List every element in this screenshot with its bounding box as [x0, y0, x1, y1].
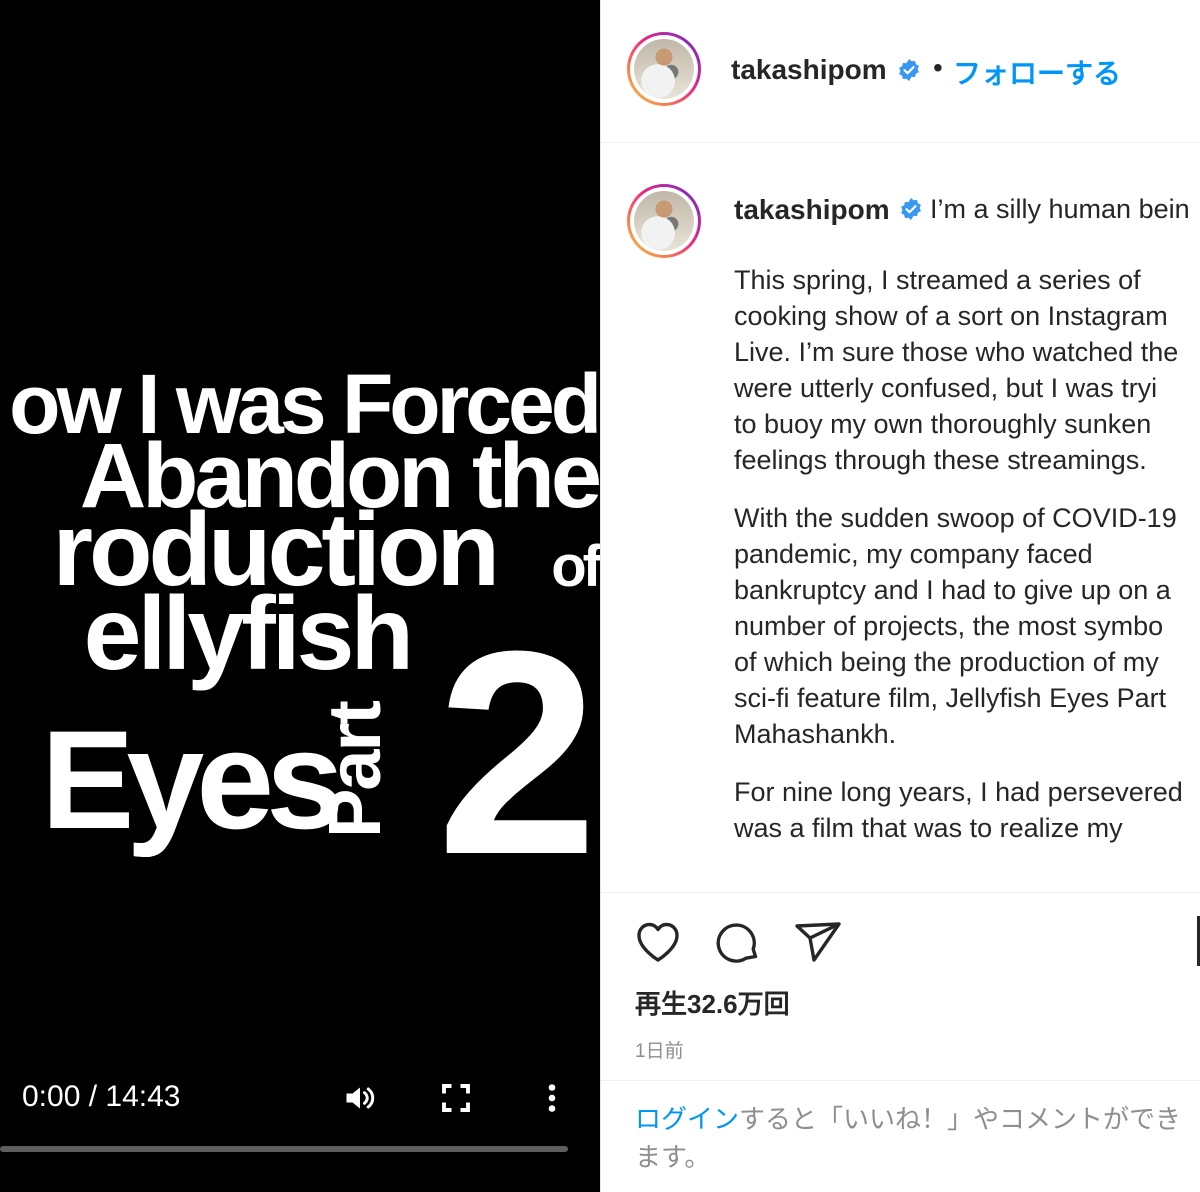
header-avatar[interactable]: [627, 32, 701, 106]
view-count: 再生32.6万回: [635, 989, 790, 1019]
fullscreen-icon[interactable]: [438, 1080, 474, 1116]
caption-paragraph: For nine long years, I had persevered wa…: [734, 777, 1183, 843]
more-options-icon[interactable]: [534, 1080, 570, 1116]
verified-badge-icon: [899, 197, 923, 221]
actions-divider: [601, 892, 1200, 893]
post-timestamp[interactable]: 1日前: [635, 1036, 684, 1063]
title-line-4: ellyfish: [83, 576, 414, 692]
heart-icon[interactable]: [633, 918, 683, 966]
caption-avatar[interactable]: [627, 184, 701, 258]
video-title-card: ow I was Forced Abandon the roduction of…: [0, 350, 600, 898]
caption-username[interactable]: takashipom: [734, 194, 890, 226]
title-word-of: of: [551, 534, 600, 599]
login-link[interactable]: ログイン: [635, 1104, 739, 1134]
caption-text: This spring, I streamed a series of cook…: [734, 262, 1200, 868]
header-divider: [601, 142, 1200, 143]
video-player[interactable]: ow I was Forced Abandon the roduction of…: [0, 0, 600, 1192]
caption-paragraph: This spring, I streamed a series of cook…: [734, 265, 1179, 475]
header-username[interactable]: takashipom: [731, 54, 887, 86]
title-word-part: Part: [313, 702, 396, 838]
caption-paragraph: With the sudden swoop of COVID-19 pandem…: [734, 503, 1177, 749]
post-panel: takashipom • フォローする takashipom I’m a sil…: [600, 0, 1200, 1192]
video-controls: 0:00 / 14:43: [0, 1070, 600, 1170]
share-icon[interactable]: [793, 918, 843, 966]
title-number: 2: [436, 591, 598, 915]
video-timecode: 0:00 / 14:43: [22, 1080, 181, 1113]
caption-first-line: I’m a silly human bein: [930, 194, 1190, 224]
follow-button[interactable]: フォローする: [953, 52, 1121, 92]
title-line-5: Eyes: [41, 701, 344, 858]
video-progress-bar[interactable]: [0, 1146, 568, 1152]
verified-badge-icon: [897, 58, 921, 82]
login-prompt: ログインすると「いいね！」やコメントができ ます。: [635, 1100, 1195, 1176]
volume-icon[interactable]: [342, 1080, 378, 1116]
header-separator-dot: •: [933, 52, 943, 83]
footer-divider: [601, 1080, 1200, 1081]
comment-icon[interactable]: [713, 918, 763, 966]
